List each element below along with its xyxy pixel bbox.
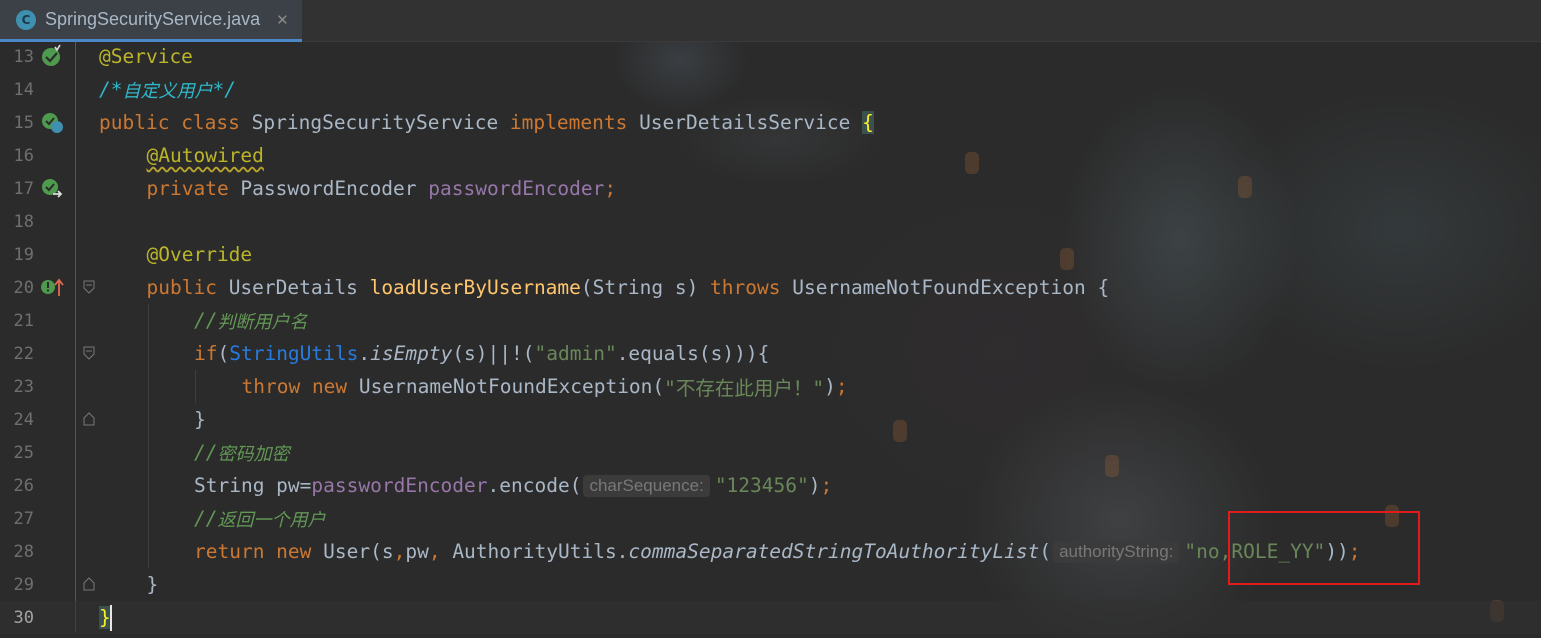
line-number: 15 [13, 112, 34, 133]
line-number: 27 [13, 508, 34, 529]
line-number: 25 [13, 442, 34, 463]
code-text: public class SpringSecurityService imple… [99, 111, 874, 134]
code-line: 26 String pw= passwordEncoder .encode(char… [0, 469, 1541, 502]
line-number: 16 [13, 145, 34, 166]
parameter-hint: authorityString: [1053, 540, 1180, 563]
code-text: } [99, 403, 206, 436]
line-number: 13 [13, 46, 34, 67]
code-text: /* 自定义用户 */ [99, 78, 236, 102]
code-text: //判断用户名 [99, 304, 307, 337]
tab-springsecurityservice[interactable]: C SpringSecurityService.java ✕ [0, 0, 302, 42]
code-line: 20 public UserDetails loadUserByUsername… [0, 271, 1541, 304]
code-text: } [99, 604, 112, 631]
close-icon[interactable]: ✕ [276, 11, 289, 29]
parameter-hint: charSequence: [583, 474, 710, 497]
code-text: //密码加密 [99, 436, 289, 469]
fold-end-icon[interactable] [83, 412, 95, 426]
line-number: 30 [13, 607, 34, 628]
code-line: 23 throw new UsernameNotFoundException("… [0, 370, 1541, 403]
code-editor[interactable]: 13 @Service 14 /* 自定义用户 */ 15 public class… [0, 42, 1541, 638]
line-number: 17 [13, 178, 34, 199]
tab-filename: SpringSecurityService.java [45, 9, 261, 29]
code-text: throw new UsernameNotFoundException("不存在… [99, 370, 848, 403]
code-text: if(StringUtils. isEmpty (s)||!("admin" .equ… [99, 337, 769, 370]
code-text: return new User(s, pw, AuthorityUtils. com… [99, 535, 1361, 568]
override-method-icon[interactable] [40, 275, 64, 299]
line-number: 18 [13, 211, 34, 232]
code-text: private PasswordEncoder passwordEncoder; [146, 177, 617, 200]
code-line: 22 if(StringUtils. isEmpty (s)||!("admin".… [0, 337, 1541, 370]
line-number: 24 [13, 409, 34, 430]
fold-icon[interactable] [83, 280, 95, 294]
code-line: 28 return new User(s, pw, AuthorityUtils.… [0, 535, 1541, 568]
code-text: @Autowired [146, 144, 264, 167]
code-line: 27 //返回一个用户 [0, 502, 1541, 535]
code-text: @Override [146, 243, 253, 266]
spring-bean-icon[interactable] [40, 44, 64, 68]
line-number: 14 [13, 79, 34, 100]
line-number: 21 [13, 310, 34, 331]
code-text: //返回一个用户 [99, 502, 325, 535]
line-number: 26 [13, 475, 34, 496]
editor-tab-bar: C SpringSecurityService.java ✕ [0, 0, 1541, 42]
code-line: 17 private PasswordEncoder passwordEncod… [0, 172, 1541, 205]
line-number: 19 [13, 244, 34, 265]
code-line: 18 [0, 205, 1541, 238]
java-class-icon: C [16, 9, 36, 30]
code-line: 13 @Service [0, 40, 1541, 73]
fold-icon[interactable] [83, 346, 95, 360]
code-line: 19 @Override [0, 238, 1541, 271]
code-text: String pw= passwordEncoder .encode(charSeq… [99, 469, 832, 502]
line-number: 23 [13, 376, 34, 397]
line-number: 22 [13, 343, 34, 364]
line-number: 29 [13, 574, 34, 595]
code-line-current: 30 } [0, 601, 1541, 634]
code-line: 25 //密码加密 [0, 436, 1541, 469]
code-text: public UserDetails loadUserByUsername (St… [146, 276, 1110, 299]
code-text: @Service [99, 45, 193, 68]
code-line: 14 /* 自定义用户 */ [0, 73, 1541, 106]
text-caret [109, 604, 112, 631]
code-line: 15 public class SpringSecurityService im… [0, 106, 1541, 139]
code-line: 24 } [0, 403, 1541, 436]
code-text: } [146, 573, 159, 596]
code-line: 16 @Autowired [0, 139, 1541, 172]
autowired-navigate-icon[interactable] [40, 176, 64, 200]
code-line: 21 //判断用户名 [0, 304, 1541, 337]
line-number: 28 [13, 541, 34, 562]
code-line: 29 } [0, 568, 1541, 601]
fold-end-icon[interactable] [83, 577, 95, 591]
spring-bean-class-icon[interactable] [40, 110, 64, 134]
line-number: 20 [13, 277, 34, 298]
